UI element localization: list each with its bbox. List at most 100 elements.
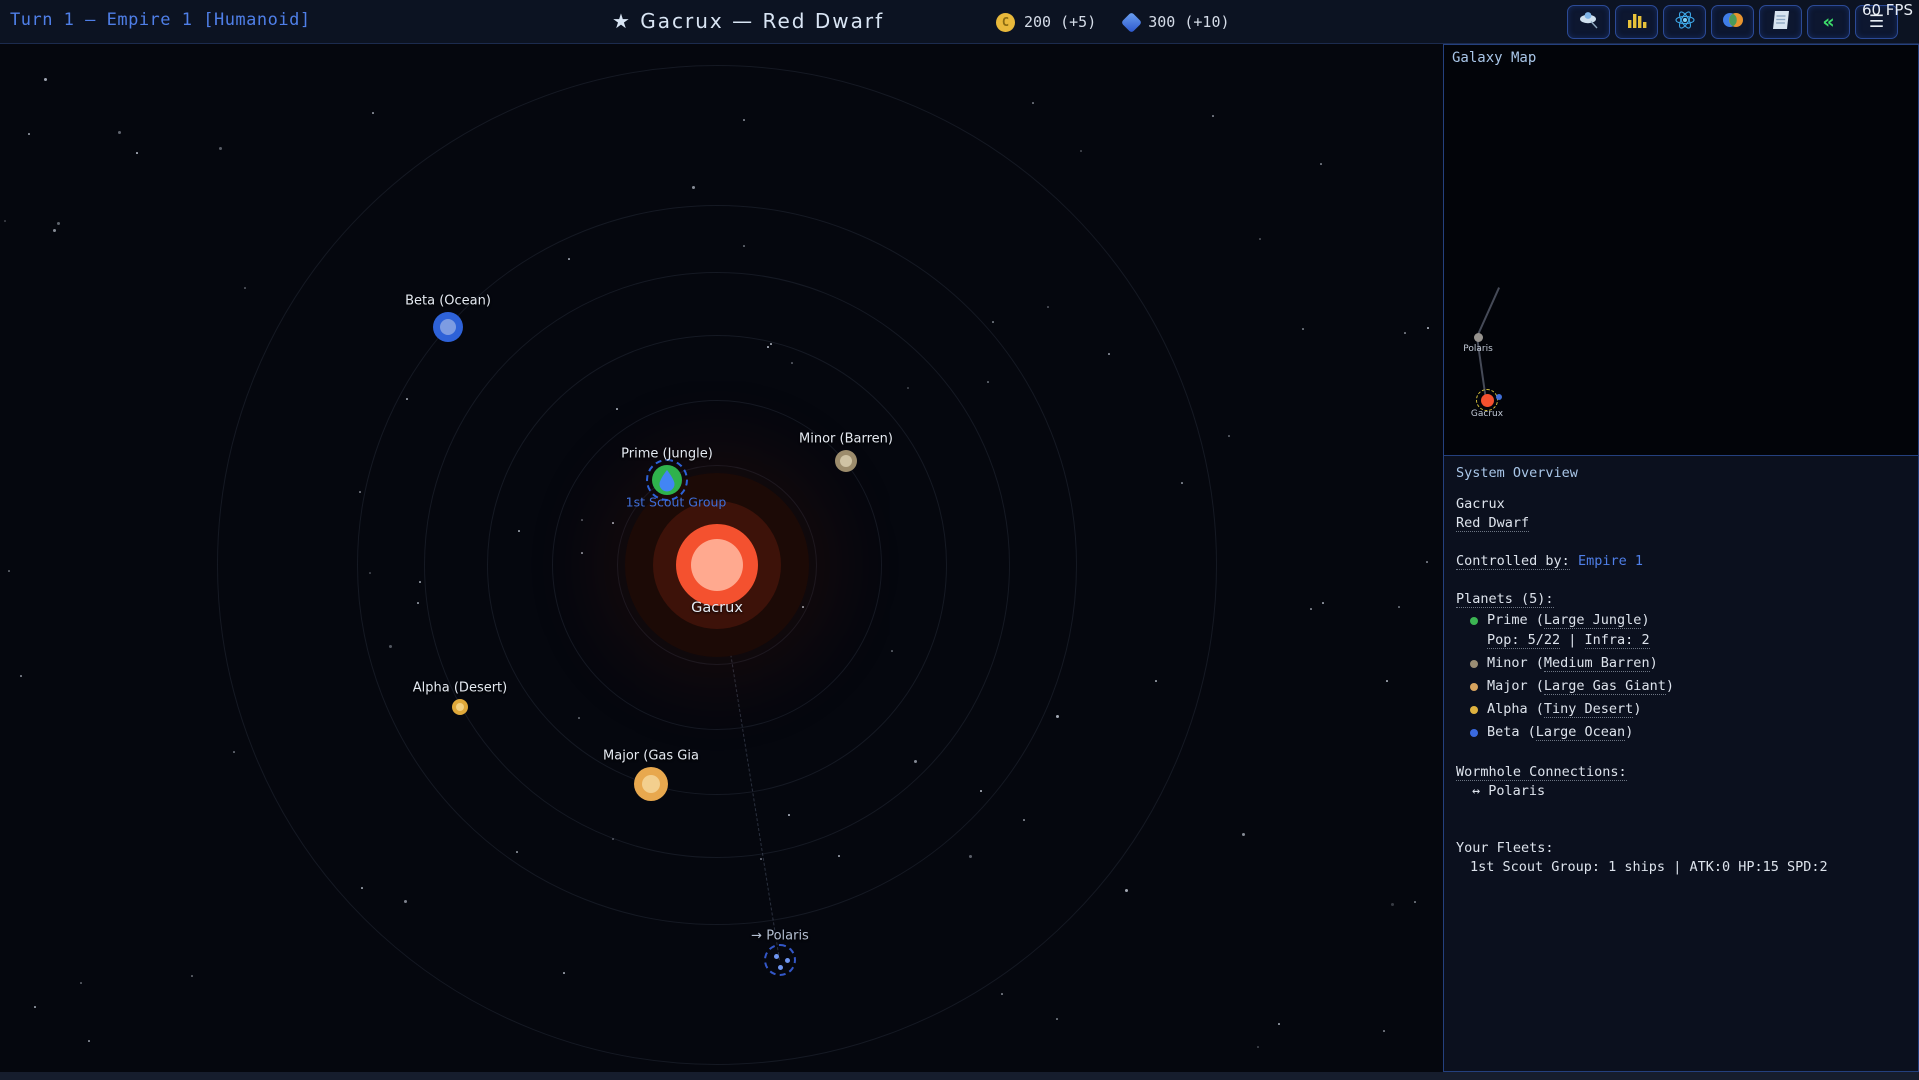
planet-marker[interactable]: [652, 465, 682, 495]
fps-counter: 60 FPS: [1862, 1, 1913, 19]
system-map-viewport[interactable]: Gacrux Prime (Jungle) Minor (Barren) Major…: [0, 44, 1443, 1072]
log-button[interactable]: [1759, 5, 1802, 39]
background-star: [219, 147, 222, 150]
planet-marker[interactable]: [835, 450, 857, 472]
overview-system-name: Gacrux: [1456, 495, 1906, 514]
background-star: [191, 975, 193, 977]
planet-marker[interactable]: [634, 767, 668, 801]
planet-type-bullet: [1470, 706, 1478, 714]
background-star: [28, 133, 30, 135]
planet-label: Major (Gas Gia: [603, 749, 699, 764]
controlled-by-label: Controlled by:: [1456, 553, 1570, 570]
planet-label: Prime (Jungle): [621, 447, 713, 462]
background-star: [1032, 102, 1034, 104]
star-label: Gacrux: [691, 600, 743, 616]
planet-detail-line: Pop: 5/22 | Infra: 2: [1456, 632, 1906, 649]
planet-type-bullet: [1470, 683, 1478, 691]
collapse-sidebar-button[interactable]: «: [1807, 5, 1850, 39]
top-bar: Turn 1 — Empire 1 [Humanoid] ★ Gacrux — …: [0, 0, 1919, 44]
minimap-system-dot[interactable]: [1481, 394, 1494, 407]
minerals-gem-icon: [1121, 11, 1142, 32]
planet-type-bullet: [1470, 660, 1478, 668]
background-star: [1310, 608, 1312, 610]
background-star: [1228, 435, 1230, 437]
planet-list-item: Alpha (Tiny Desert): [1456, 698, 1906, 721]
background-star: [244, 287, 246, 289]
overview-system-type: Red Dwarf: [1456, 514, 1906, 533]
double-chevron-left-icon: «: [1822, 13, 1834, 32]
planets-header: Planets (5):: [1456, 590, 1906, 609]
research-button[interactable]: [1663, 5, 1706, 39]
controlled-by-line: Controlled by: Empire 1: [1456, 552, 1906, 571]
background-star: [136, 152, 138, 154]
planet-inner-highlight: [456, 703, 464, 711]
background-star: [1259, 238, 1261, 240]
minimap-system-dot[interactable]: [1474, 333, 1483, 342]
planet-type-bullet: [1470, 617, 1478, 625]
wormhole-list: ↔ Polaris: [1456, 782, 1906, 801]
planet-list-text: Prime (Large Jungle): [1487, 609, 1650, 632]
minimap-system-label: Polaris: [1463, 344, 1493, 354]
water-droplet-icon: [652, 465, 682, 495]
fleet-group-label[interactable]: 1st Scout Group: [626, 495, 727, 510]
planet-label: Minor (Barren): [799, 432, 893, 447]
diplomacy-button[interactable]: [1711, 5, 1754, 39]
credits-value: 200 (+5): [1024, 13, 1096, 31]
minimap-fleet-dot: [1496, 394, 1502, 400]
controlling-empire: Empire 1: [1578, 553, 1643, 569]
wormhole-connection-item: ↔ Polaris: [1456, 782, 1906, 801]
overview-title: System Overview: [1456, 464, 1906, 483]
galaxy-minimap[interactable]: Galaxy Map PolarisGacrux: [1443, 44, 1919, 456]
background-star: [44, 78, 47, 81]
planet-list-text: Alpha (Tiny Desert): [1487, 698, 1641, 721]
planet-list-text: Minor (Medium Barren): [1487, 652, 1658, 675]
background-star: [1242, 833, 1245, 836]
planet-marker[interactable]: [452, 699, 468, 715]
fleet-button[interactable]: [1567, 5, 1610, 39]
wormholes-header: Wormhole Connections:: [1456, 763, 1906, 782]
ship-icon: [1577, 9, 1601, 35]
planet-list-item: Minor (Medium Barren): [1456, 652, 1906, 675]
background-star: [57, 222, 60, 225]
background-star: [1391, 903, 1394, 906]
wormhole-dot: [774, 954, 779, 959]
system-title: ★ Gacrux — Red Dwarf: [612, 9, 884, 33]
minerals-resource: 300 (+10): [1124, 13, 1229, 31]
sidebar: Galaxy Map PolarisGacrux System Overview…: [1443, 44, 1919, 1072]
wormhole-dot: [778, 965, 783, 970]
background-star: [1398, 606, 1400, 608]
background-star: [372, 112, 374, 114]
background-star: [34, 1006, 36, 1008]
fleet-list: 1st Scout Group: 1 ships | ATK:0 HP:15 S…: [1456, 858, 1906, 877]
planet-label: Beta (Ocean): [405, 294, 491, 309]
wormhole-label: → Polaris: [751, 929, 809, 944]
planet-inner-highlight: [440, 319, 456, 335]
background-star: [233, 751, 235, 753]
fleet-status-item: 1st Scout Group: 1 ships | ATK:0 HP:15 S…: [1456, 858, 1906, 877]
planet-list-text: Beta (Large Ocean): [1487, 721, 1633, 744]
turn-indicator: Turn 1 — Empire 1 [Humanoid]: [10, 10, 311, 30]
planet-inner-highlight: [840, 455, 852, 467]
star-core: [691, 539, 743, 591]
background-star: [1278, 1023, 1280, 1025]
stats-button[interactable]: [1615, 5, 1658, 39]
bar-chart-icon: [1627, 11, 1647, 33]
background-star: [1001, 993, 1003, 995]
background-star: [1212, 115, 1214, 117]
background-star: [1383, 1030, 1385, 1032]
background-star: [88, 1040, 90, 1042]
background-star: [1322, 602, 1324, 604]
background-star: [1386, 680, 1388, 682]
system-overview-panel: System Overview Gacrux Red Dwarf Control…: [1443, 456, 1919, 1072]
background-star: [1080, 150, 1082, 152]
credits-coin-icon: C: [996, 13, 1015, 32]
background-star: [1426, 561, 1428, 563]
wormhole-marker[interactable]: [764, 944, 796, 976]
background-star: [80, 982, 82, 984]
background-star: [20, 675, 22, 677]
background-star: [1414, 901, 1416, 903]
planet-marker[interactable]: [433, 312, 463, 342]
background-star: [1404, 332, 1406, 334]
background-star: [1302, 328, 1304, 330]
planet-list-item: Beta (Large Ocean): [1456, 721, 1906, 744]
